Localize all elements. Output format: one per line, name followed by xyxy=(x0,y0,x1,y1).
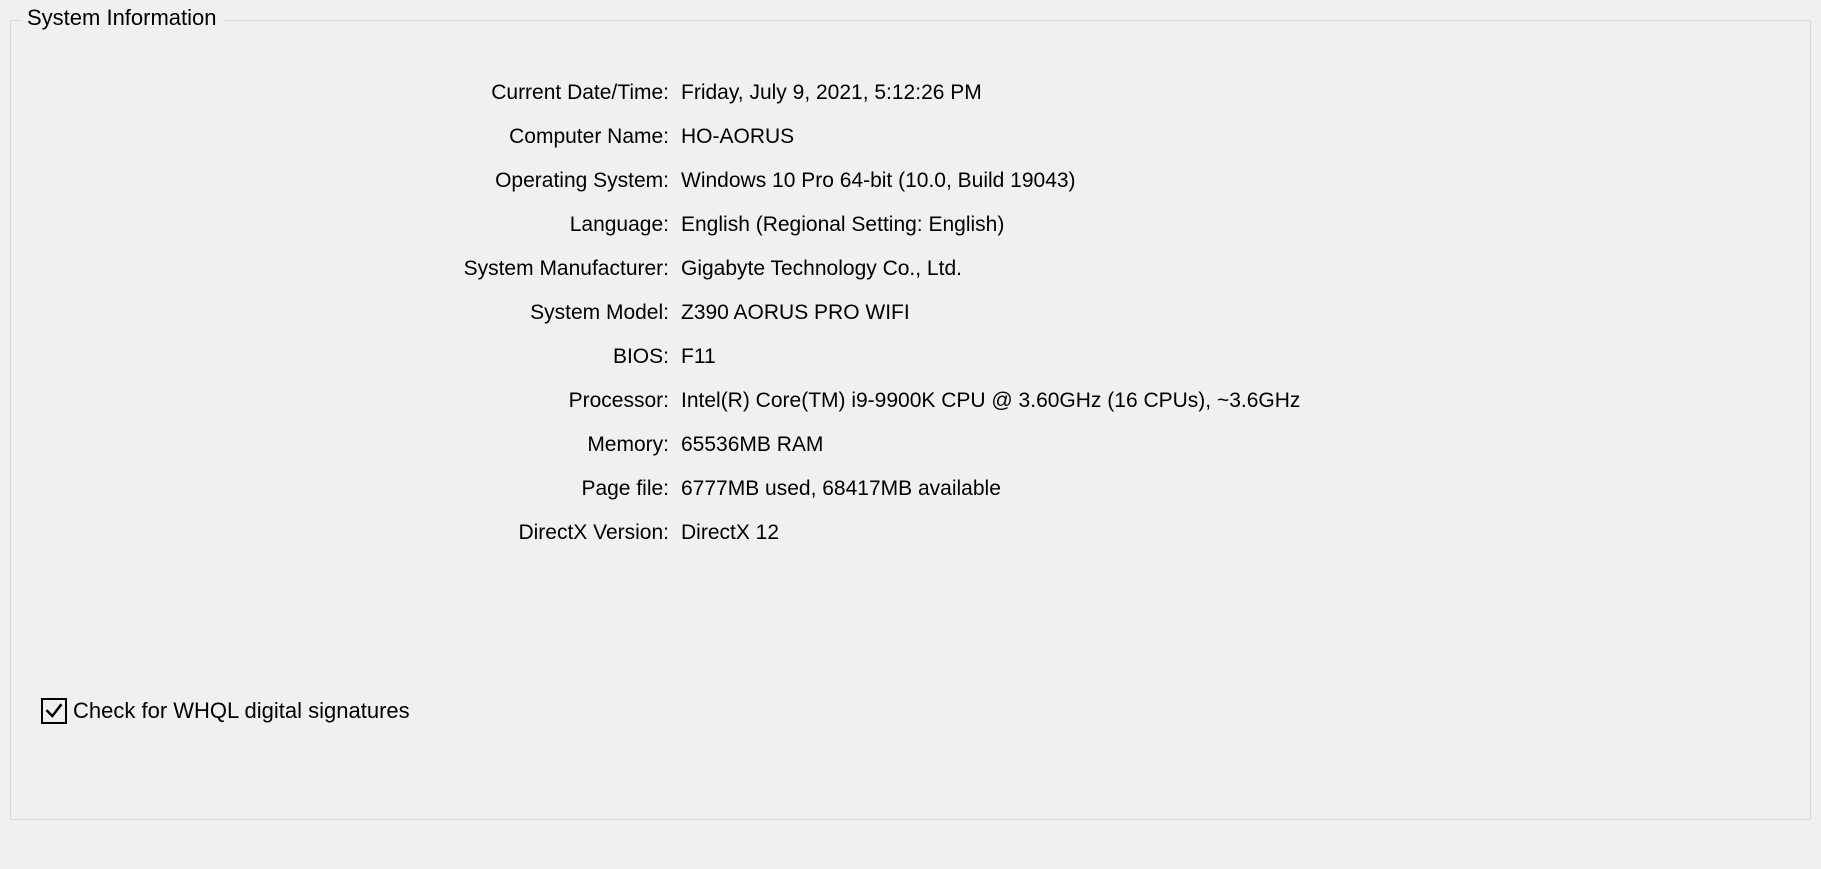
value-computer-name: HO-AORUS xyxy=(681,125,1790,149)
label-language: Language: xyxy=(31,213,681,237)
row-directx-version: DirectX Version: DirectX 12 xyxy=(31,521,1790,545)
label-current-date-time: Current Date/Time: xyxy=(31,81,681,105)
info-rows: Current Date/Time: Friday, July 9, 2021,… xyxy=(31,81,1790,545)
row-bios: BIOS: F11 xyxy=(31,345,1790,369)
row-system-manufacturer: System Manufacturer: Gigabyte Technology… xyxy=(31,257,1790,281)
value-memory: 65536MB RAM xyxy=(681,433,1790,457)
whql-checkbox-label: Check for WHQL digital signatures xyxy=(73,698,410,724)
row-computer-name: Computer Name: HO-AORUS xyxy=(31,125,1790,149)
label-page-file: Page file: xyxy=(31,477,681,501)
row-current-date-time: Current Date/Time: Friday, July 9, 2021,… xyxy=(31,81,1790,105)
value-system-manufacturer: Gigabyte Technology Co., Ltd. xyxy=(681,257,1790,281)
row-operating-system: Operating System: Windows 10 Pro 64-bit … xyxy=(31,169,1790,193)
label-operating-system: Operating System: xyxy=(31,169,681,193)
label-directx-version: DirectX Version: xyxy=(31,521,681,545)
label-system-model: System Model: xyxy=(31,301,681,325)
row-page-file: Page file: 6777MB used, 68417MB availabl… xyxy=(31,477,1790,501)
label-system-manufacturer: System Manufacturer: xyxy=(31,257,681,281)
value-page-file: 6777MB used, 68417MB available xyxy=(681,477,1790,501)
label-memory: Memory: xyxy=(31,433,681,457)
label-computer-name: Computer Name: xyxy=(31,125,681,149)
label-bios: BIOS: xyxy=(31,345,681,369)
value-current-date-time: Friday, July 9, 2021, 5:12:26 PM xyxy=(681,81,1790,105)
checkmark-icon xyxy=(44,701,64,721)
value-processor: Intel(R) Core(TM) i9-9900K CPU @ 3.60GHz… xyxy=(681,389,1790,413)
value-directx-version: DirectX 12 xyxy=(681,521,1790,545)
value-operating-system: Windows 10 Pro 64-bit (10.0, Build 19043… xyxy=(681,169,1790,193)
value-bios: F11 xyxy=(681,345,1790,369)
group-title: System Information xyxy=(21,5,223,31)
row-language: Language: English (Regional Setting: Eng… xyxy=(31,213,1790,237)
whql-checkbox[interactable]: Check for WHQL digital signatures xyxy=(41,698,410,724)
system-information-group: System Information Current Date/Time: Fr… xyxy=(10,20,1811,820)
checkbox-icon xyxy=(41,698,67,724)
row-system-model: System Model: Z390 AORUS PRO WIFI xyxy=(31,301,1790,325)
value-language: English (Regional Setting: English) xyxy=(681,213,1790,237)
value-system-model: Z390 AORUS PRO WIFI xyxy=(681,301,1790,325)
row-memory: Memory: 65536MB RAM xyxy=(31,433,1790,457)
row-processor: Processor: Intel(R) Core(TM) i9-9900K CP… xyxy=(31,389,1790,413)
label-processor: Processor: xyxy=(31,389,681,413)
